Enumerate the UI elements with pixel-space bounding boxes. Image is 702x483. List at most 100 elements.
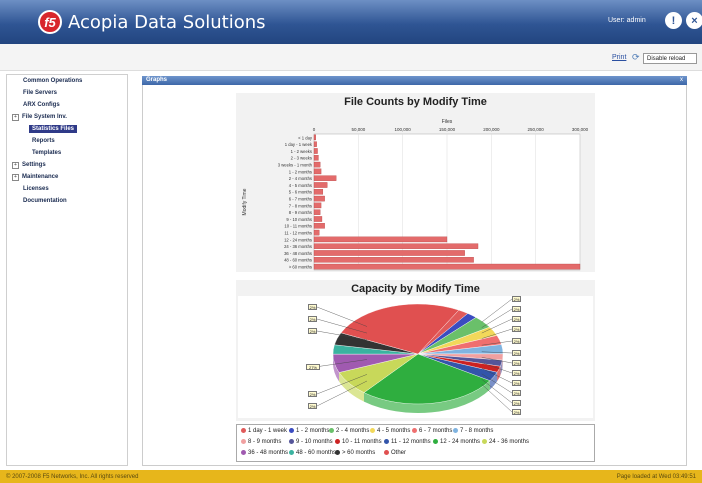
pie-callout-label: 2% [512, 296, 521, 302]
bar-x-axis-label: Files [442, 119, 453, 125]
pie-callout-line [481, 308, 513, 328]
legend-label: 8 - 9 months [248, 439, 282, 446]
bar-y-axis-label: Modify Time [242, 188, 248, 215]
legend-item: 10 - 11 months [335, 439, 382, 445]
legend-label: 9 - 10 months [296, 439, 333, 446]
legend-item: 24 - 36 months [482, 439, 529, 445]
legend-label: 4 - 5 months [377, 428, 411, 435]
sidebar-item-file-system-inv[interactable]: + File System Inv. [12, 114, 67, 121]
bar [313, 189, 324, 195]
close-icon[interactable]: × [686, 12, 702, 29]
legend-swatch [241, 428, 246, 433]
legend-item: 1 day - 1 week [241, 428, 287, 434]
bar-category-label: 7 - 8 months [289, 203, 312, 208]
sidebar-item-label: Maintenance [22, 174, 59, 180]
bar [313, 250, 465, 256]
expand-icon[interactable]: + [12, 114, 19, 121]
legend-swatch [384, 450, 389, 455]
pie-callout-label: 2% [512, 316, 521, 322]
expand-icon[interactable]: + [12, 174, 19, 181]
bar-category-label: 3 weeks - 1 month [278, 163, 313, 168]
sidebar-item-statistics-files[interactable]: Statistics Files [29, 125, 78, 133]
legend-label: Other [391, 450, 407, 457]
pie-callout-label: 2% [308, 403, 317, 409]
bar-x-tick-label: 50,000 [351, 127, 365, 132]
pie-callout-label: 2% [512, 390, 521, 396]
pie-callout-label: 2% [512, 338, 521, 344]
legend-swatch [241, 439, 246, 444]
legend-label: 1 day - 1 week [248, 428, 288, 435]
bar-category-label: 12 - 24 months [284, 237, 312, 242]
pie-callout-label: 2% [512, 360, 521, 366]
legend-item: 7 - 8 months [453, 428, 493, 434]
sidebar-item-licenses[interactable]: Licenses [23, 186, 49, 192]
legend-label: 12 - 24 months [440, 439, 481, 446]
print-link[interactable]: Print [612, 54, 626, 61]
reload-icon: ⟳ [632, 52, 640, 62]
legend-swatch [289, 439, 294, 444]
pie-callout-label: 2% [512, 370, 521, 376]
sidebar-item-settings[interactable]: + Settings [12, 162, 46, 169]
bar [313, 175, 337, 181]
bar-category-label: 1 day - 1 week [285, 142, 313, 147]
bar-x-tick-label: 150,000 [439, 127, 456, 132]
legend-label: 10 - 11 months [342, 439, 382, 446]
pie-callout-label: 2% [512, 380, 521, 386]
legend-swatch [241, 450, 246, 455]
sidebar-item-maintenance[interactable]: + Maintenance [12, 174, 58, 181]
sidebar-item-label: File System Inv. [22, 114, 67, 120]
pie-callout-label: 2% [308, 328, 317, 334]
panel-close-icon[interactable]: x [680, 77, 683, 83]
sidebar-item-common-operations[interactable]: Common Operations [23, 78, 82, 84]
bar-category-label: 9 - 10 months [286, 217, 312, 222]
expand-icon[interactable]: + [12, 162, 19, 169]
sidebar-item-documentation[interactable]: Documentation [23, 198, 67, 204]
bar-category-label: 1 - 2 months [289, 169, 312, 174]
bar-x-tick-label: 100,000 [395, 127, 412, 132]
bar-x-tick-label: 200,000 [483, 127, 500, 132]
app-title: Acopia Data Solutions [68, 12, 266, 33]
pie-callout-label: 2% [308, 391, 317, 397]
bar [313, 209, 321, 215]
bar [313, 216, 323, 222]
toolbar [0, 44, 702, 71]
sidebar-item-templates[interactable]: Templates [32, 150, 61, 156]
pie-callout-line [481, 384, 513, 413]
info-icon[interactable]: ! [665, 12, 682, 29]
bar-category-label: 5 - 6 months [289, 190, 312, 195]
legend-label: 2 - 4 months [336, 428, 370, 435]
legend-label: 1 - 2 months [296, 428, 330, 435]
bar-category-label: 10 - 11 months [284, 224, 312, 229]
bar-category-label: 4 - 5 months [289, 183, 312, 188]
bar-category-label: 2 - 4 months [289, 176, 312, 181]
bar-x-tick-label: 0 [313, 127, 316, 132]
legend-item: 4 - 5 months [370, 428, 410, 434]
pie-callout-label: 2% [512, 306, 521, 312]
bar-category-label: 11 - 12 months [284, 231, 312, 236]
sidebar-item-reports[interactable]: Reports [32, 138, 55, 144]
bar [313, 229, 320, 236]
legend-label: > 60 months [342, 450, 376, 457]
legend-label: 48 - 60 months [296, 450, 337, 457]
reload-select[interactable]: Disable reload [643, 53, 697, 64]
legend-label: 11 - 12 months [391, 439, 431, 446]
file-counts-bar-chart: 0 50,000 100,000 150,000 200,000 250,000 300,0… [242, 119, 589, 271]
legend-item: 11 - 12 months [384, 439, 431, 445]
legend-swatch [370, 428, 375, 433]
bar-category-label: < 1 day [298, 135, 313, 140]
bar [313, 155, 319, 161]
bar [313, 182, 328, 188]
bar [313, 223, 325, 229]
sidebar-item-file-servers[interactable]: File Servers [23, 90, 57, 96]
legend-swatch [329, 428, 334, 433]
sidebar-item-arx-configs[interactable]: ARX Configs [23, 102, 60, 108]
graphs-panel-title: Graphs [146, 77, 168, 83]
legend-label: 7 - 8 months [460, 428, 494, 435]
legend-item: 2 - 4 months [329, 428, 369, 434]
legend-swatch [384, 439, 389, 444]
legend-label: 24 - 36 months [489, 439, 530, 446]
legend-item: > 60 months [335, 450, 375, 456]
capacity-chart-title: Capacity by Modify Time [351, 283, 480, 295]
bar [313, 236, 448, 243]
legend-item: Other [384, 450, 406, 456]
